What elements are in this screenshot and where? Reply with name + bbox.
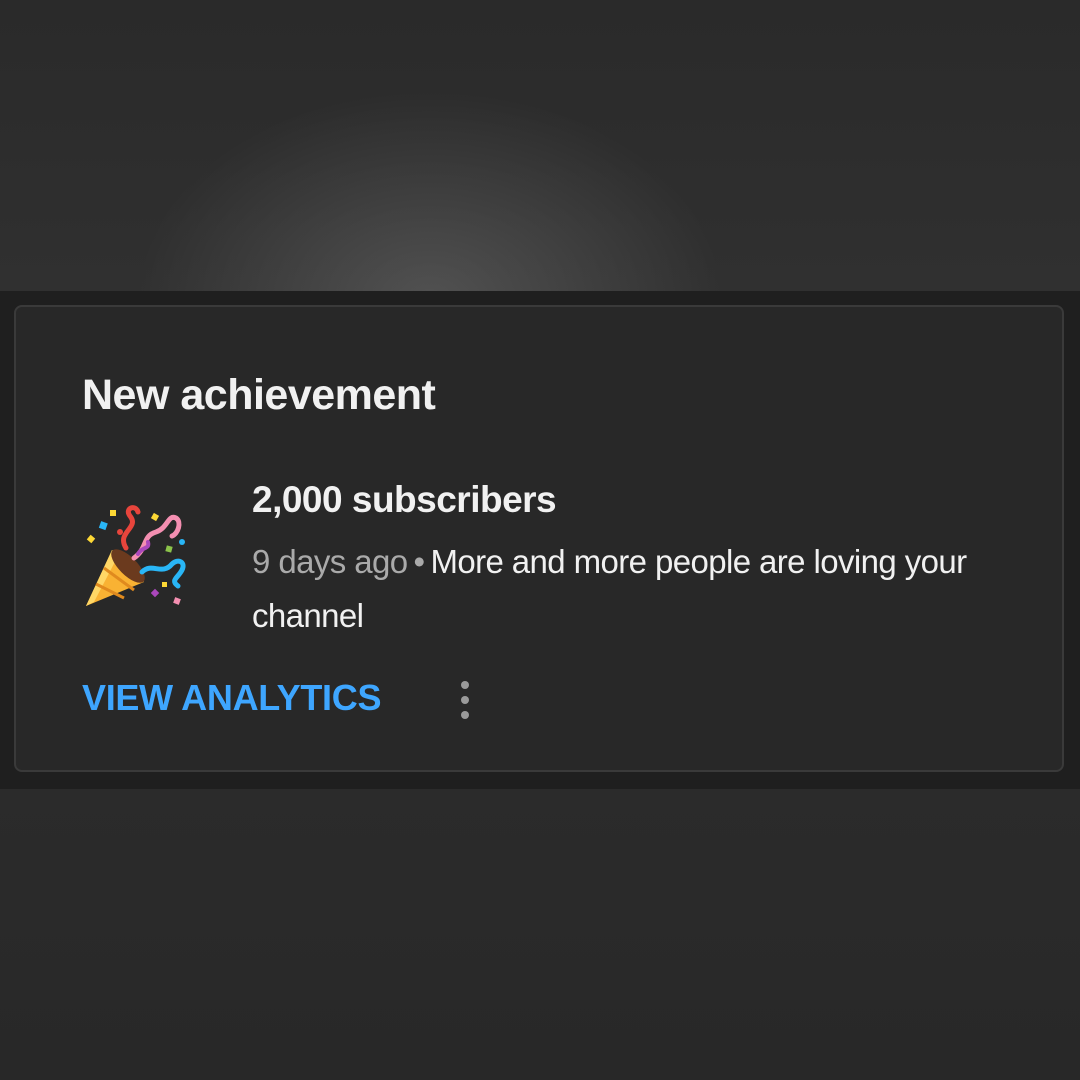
- party-popper-icon: [82, 502, 192, 612]
- achievement-card: New achievement 2,000 subscribers 9 days…: [14, 305, 1064, 772]
- card-title: New achievement: [82, 371, 436, 419]
- achievement-title: 2,000 subscribers: [252, 479, 557, 520]
- background-bottom: [0, 789, 1080, 1080]
- background-top: [0, 0, 1080, 291]
- view-analytics-button[interactable]: VIEW ANALYTICS: [82, 677, 381, 719]
- achievement-time: 9 days ago: [252, 543, 408, 580]
- separator-dot: •: [413, 543, 425, 580]
- more-vert-icon[interactable]: [448, 677, 482, 727]
- achievement-description: 9 days ago • More and more people are lovi…: [252, 535, 1012, 643]
